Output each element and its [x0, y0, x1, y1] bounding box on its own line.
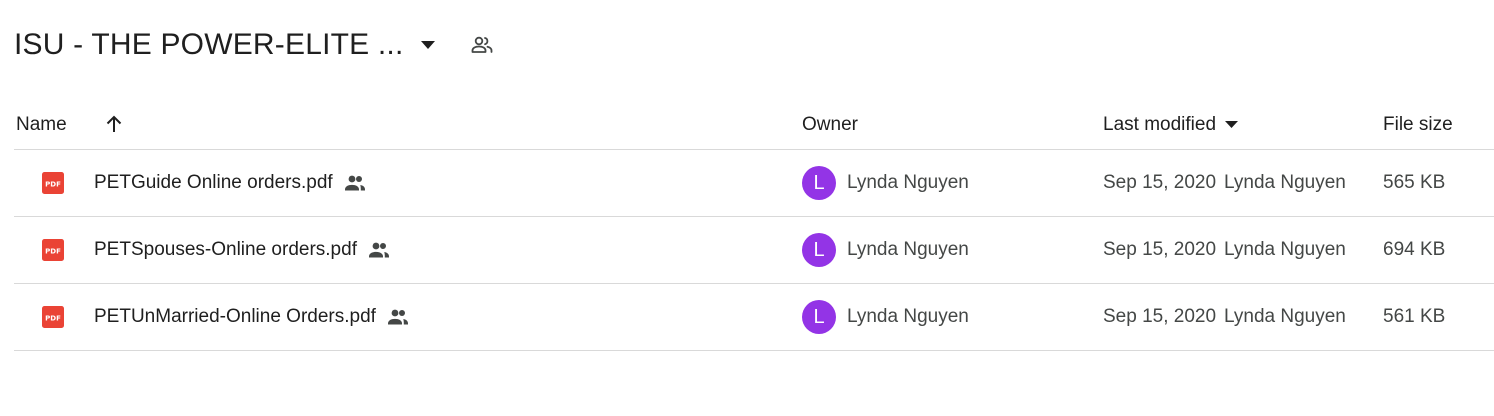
shared-icon [343, 171, 367, 195]
modified-date: Sep 15, 2020 [1103, 239, 1217, 260]
column-header-row: Name Owner Last modified File size [14, 100, 1494, 150]
svg-text:PDF: PDF [45, 315, 61, 323]
folder-title[interactable]: ISU - THE POWER-ELITE ... [14, 28, 404, 62]
modified-by: Lynda Nguyen [1224, 306, 1346, 327]
sort-direction-button[interactable] [98, 108, 130, 140]
file-size: 565 KB [1383, 172, 1446, 193]
file-name: PETSpouses-Online orders.pdf [94, 239, 357, 260]
folder-menu-button[interactable] [414, 31, 442, 59]
last-modified-cell: Sep 15, 2020 Lynda Nguyen [1103, 150, 1346, 216]
people-icon [368, 242, 389, 258]
people-icon [344, 175, 365, 191]
last-modified-label: Last modified [1103, 113, 1217, 135]
modified-by: Lynda Nguyen [1224, 239, 1346, 260]
file-name: PETUnMarried-Online Orders.pdf [94, 306, 376, 327]
owner-cell: L Lynda Nguyen [802, 217, 969, 283]
owner-name: Lynda Nguyen [847, 306, 969, 327]
column-header-name[interactable]: Name [16, 100, 67, 149]
column-header-file-size[interactable]: File size [1383, 100, 1453, 149]
people-icon [387, 309, 408, 325]
shared-icon [386, 305, 410, 329]
owner-cell: L Lynda Nguyen [802, 284, 969, 350]
caret-down-icon [420, 41, 435, 49]
pdf-icon: PDF [42, 239, 64, 261]
avatar[interactable]: L [802, 300, 836, 334]
people-outline-icon [471, 36, 492, 53]
column-header-last-modified[interactable]: Last modified [1103, 100, 1239, 149]
shared-folder-icon[interactable] [468, 31, 496, 59]
caret-down-icon [1225, 121, 1239, 128]
column-header-owner[interactable]: Owner [802, 100, 858, 149]
file-row[interactable]: PDF PETUnMarried-Online Orders.pdf L Lyn… [14, 284, 1494, 351]
owner-name: Lynda Nguyen [847, 239, 969, 260]
arrow-up-icon [106, 115, 122, 132]
pdf-icon: PDF [42, 306, 64, 328]
drive-folder-view: ISU - THE POWER-ELITE ... Name Owner Las… [0, 0, 1494, 416]
avatar[interactable]: L [802, 233, 836, 267]
file-name-cell: PETUnMarried-Online Orders.pdf [94, 284, 410, 350]
svg-text:PDF: PDF [45, 248, 61, 256]
last-modified-cell: Sep 15, 2020 Lynda Nguyen [1103, 284, 1346, 350]
svg-text:PDF: PDF [45, 181, 61, 189]
modified-date: Sep 15, 2020 [1103, 172, 1217, 193]
file-name: PETGuide Online orders.pdf [94, 172, 333, 193]
shared-icon [367, 238, 391, 262]
avatar[interactable]: L [802, 166, 836, 200]
file-row[interactable]: PDF PETSpouses-Online orders.pdf L Lynda… [14, 217, 1494, 284]
owner-name: Lynda Nguyen [847, 172, 969, 193]
pdf-icon: PDF [42, 172, 64, 194]
modified-date: Sep 15, 2020 [1103, 306, 1217, 327]
file-row[interactable]: PDF PETGuide Online orders.pdf L Lynda N… [14, 150, 1494, 217]
file-name-cell: PETGuide Online orders.pdf [94, 150, 367, 216]
last-modified-cell: Sep 15, 2020 Lynda Nguyen [1103, 217, 1346, 283]
file-name-cell: PETSpouses-Online orders.pdf [94, 217, 391, 283]
file-size: 561 KB [1383, 306, 1446, 327]
owner-cell: L Lynda Nguyen [802, 150, 969, 216]
file-size: 694 KB [1383, 239, 1446, 260]
file-list: PDF PETGuide Online orders.pdf L Lynda N… [14, 150, 1494, 351]
folder-header: ISU - THE POWER-ELITE ... [14, 22, 496, 68]
modified-by: Lynda Nguyen [1224, 172, 1346, 193]
